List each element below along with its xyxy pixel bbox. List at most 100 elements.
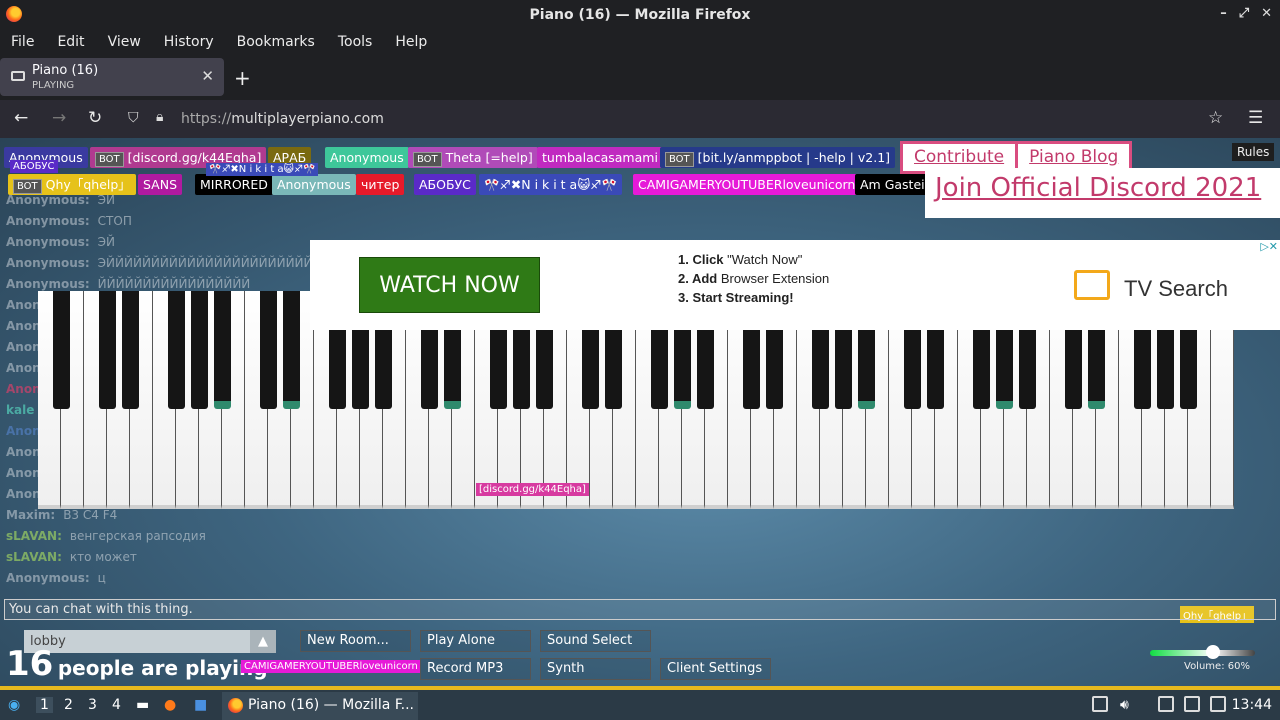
reload-icon[interactable]: ↻ — [88, 108, 102, 128]
user-badge[interactable]: 🎌♐✖N i k i t a😺♐🎌 — [479, 174, 623, 195]
join-discord-link[interactable]: Join Official Discord 2021 — [935, 173, 1261, 203]
chat-username: sLAVAN: — [6, 550, 62, 564]
menu-help[interactable]: Help — [388, 34, 434, 50]
user-badge[interactable]: SANS — [138, 174, 183, 195]
user-badge[interactable]: MIRRORED — [195, 174, 273, 195]
volume-slider[interactable]: Volume: 60% — [1150, 645, 1255, 672]
ad-step-3: 3. Start Streaming! — [678, 290, 794, 305]
menu-view[interactable]: View — [101, 34, 148, 50]
black-key[interactable] — [190, 291, 208, 409]
tab-playing-label: PLAYING — [32, 80, 75, 91]
new-tab-icon[interactable]: + — [234, 66, 251, 90]
synth-button[interactable]: Synth — [540, 658, 651, 680]
user-name: 🎌♐✖N i k i t a😺♐🎌 — [484, 177, 618, 192]
chat-username: Anonymous: — [6, 193, 90, 207]
people-count: 16 people are playing — [6, 644, 268, 684]
network-icon[interactable] — [1210, 696, 1226, 712]
user-badge[interactable]: BOT Qhy「qhelp」 — [8, 174, 136, 195]
url-text[interactable]: https://multiplayerpiano.com — [181, 111, 384, 127]
tab-title: Piano (16) — [32, 63, 99, 78]
user-badge[interactable]: Anonymous — [272, 174, 356, 195]
menu-file[interactable]: File — [4, 34, 41, 50]
maximize-icon[interactable]: ⤢ — [1239, 6, 1249, 21]
chat-input[interactable]: You can chat with this thing. — [4, 599, 1276, 620]
tray-updates-icon[interactable] — [1092, 696, 1108, 712]
black-key[interactable] — [121, 291, 139, 409]
start-menu-icon[interactable]: ◉ — [8, 697, 20, 713]
minimize-icon[interactable]: – — [1220, 6, 1227, 21]
sound-select-button[interactable]: Sound Select — [540, 630, 651, 652]
user-name: Qhy「qhelp」 — [45, 177, 131, 192]
client-settings-button[interactable]: Client Settings — [660, 658, 771, 680]
clipboard-icon[interactable] — [1158, 696, 1174, 712]
bot-tag: BOT — [413, 152, 442, 167]
workspace-1[interactable]: 1 — [36, 697, 53, 713]
people-count-label: people are playing — [57, 656, 268, 680]
record-mp3-button[interactable]: Record MP3 — [420, 658, 531, 680]
black-key[interactable] — [259, 291, 277, 409]
taskbar: ◉ 1 2 3 4 ▬ ● ■ Piano (16) — Mozilla F..… — [0, 686, 1280, 720]
bookmark-star-icon[interactable]: ☆ — [1208, 108, 1223, 128]
user-badge[interactable]: tumbalacasamami — [537, 147, 663, 168]
volume-knob[interactable] — [1206, 645, 1220, 659]
chat-text: B3 C4 F4 — [63, 508, 118, 522]
bot-tag: BOT — [95, 152, 124, 167]
new-room-button[interactable]: New Room... — [300, 630, 411, 652]
user-badge[interactable]: BOT Theta [=help] — [408, 147, 538, 168]
lock-icon[interactable]: 🔒︎ — [156, 109, 163, 125]
black-key[interactable] — [282, 291, 300, 409]
user-badge[interactable]: Anonymous — [325, 147, 409, 168]
user-name: SANS — [143, 177, 178, 192]
user-name: Theta [=help] — [445, 150, 533, 165]
black-key[interactable] — [213, 291, 231, 409]
screen-icon[interactable] — [1184, 696, 1200, 712]
workspace-2[interactable]: 2 — [64, 697, 73, 713]
file-manager-icon[interactable]: ▬ — [136, 697, 149, 713]
workspace-4[interactable]: 4 — [112, 697, 121, 713]
user-badge[interactable]: CAMIGAMERYOUTUBERloveunicorn — [633, 174, 861, 195]
black-key[interactable] — [52, 291, 70, 409]
rules-button[interactable]: Rules — [1232, 143, 1275, 161]
black-key[interactable] — [167, 291, 185, 409]
user-badge[interactable]: BOT [bit.ly/anmppbot | -help | v2.1] — [660, 147, 896, 168]
taskbar-firefox-window[interactable]: Piano (16) — Mozilla F... — [222, 692, 418, 720]
menu-tools[interactable]: Tools — [331, 34, 380, 50]
ad-close-icon[interactable]: ▷✕ — [1260, 240, 1278, 253]
play-alone-button[interactable]: Play Alone — [420, 630, 531, 652]
window-titlebar: Piano (16) — Mozilla Firefox – ⤢ ✕ — [0, 0, 1280, 30]
chat-text: кто может — [69, 550, 137, 564]
user-name: MIRRORED — [200, 177, 268, 192]
floating-tag-abobus: АБОБУС — [10, 160, 58, 173]
chat-username: Anonymous: — [6, 571, 90, 585]
firefox-launcher-icon[interactable]: ● — [164, 697, 176, 713]
black-key[interactable] — [98, 291, 116, 409]
menu-edit[interactable]: Edit — [50, 34, 91, 50]
menu-history[interactable]: History — [157, 34, 221, 50]
contribute-link[interactable]: Contribute — [903, 144, 1015, 171]
chat-username: Anon — [6, 298, 41, 312]
menu-bookmarks[interactable]: Bookmarks — [230, 34, 322, 50]
back-icon[interactable]: ← — [14, 108, 28, 128]
tab-piano[interactable]: Piano (16) PLAYING ✕ — [0, 58, 224, 96]
close-icon[interactable]: ✕ — [1261, 6, 1272, 21]
terminal-icon[interactable]: ■ — [194, 697, 207, 713]
chat-username: Anon — [6, 424, 41, 438]
url-bar[interactable]: ⛉ 🔒︎ https://multiplayerpiano.com — [118, 104, 1236, 134]
chat-username: Anonymous: — [6, 277, 90, 291]
hamburger-menu-icon[interactable]: ☰ — [1248, 108, 1263, 128]
chat-message: Anonymous: ЭЙ — [6, 232, 346, 253]
tv-search-logo-icon — [1074, 270, 1110, 300]
user-badge[interactable]: АБОБУС — [414, 174, 476, 195]
chat-username: Anonymous: — [6, 256, 90, 270]
piano-blog-link[interactable]: Piano Blog — [1015, 144, 1129, 171]
forward-icon[interactable]: → — [52, 108, 66, 128]
workspace-3[interactable]: 3 — [88, 697, 97, 713]
tab-close-icon[interactable]: ✕ — [201, 67, 214, 85]
user-badge[interactable]: читер — [356, 174, 405, 195]
volume-tray-icon[interactable]: 🔊︎ — [1120, 697, 1129, 713]
chat-username: Anon — [6, 445, 41, 459]
chat-username: Anon — [6, 466, 41, 480]
watch-now-button[interactable]: WATCH NOW — [359, 257, 540, 313]
cursor-tag-cami: CAMIGAMERYOUTUBERloveunicorn — [241, 660, 421, 673]
shield-icon[interactable]: ⛉ — [128, 110, 139, 126]
